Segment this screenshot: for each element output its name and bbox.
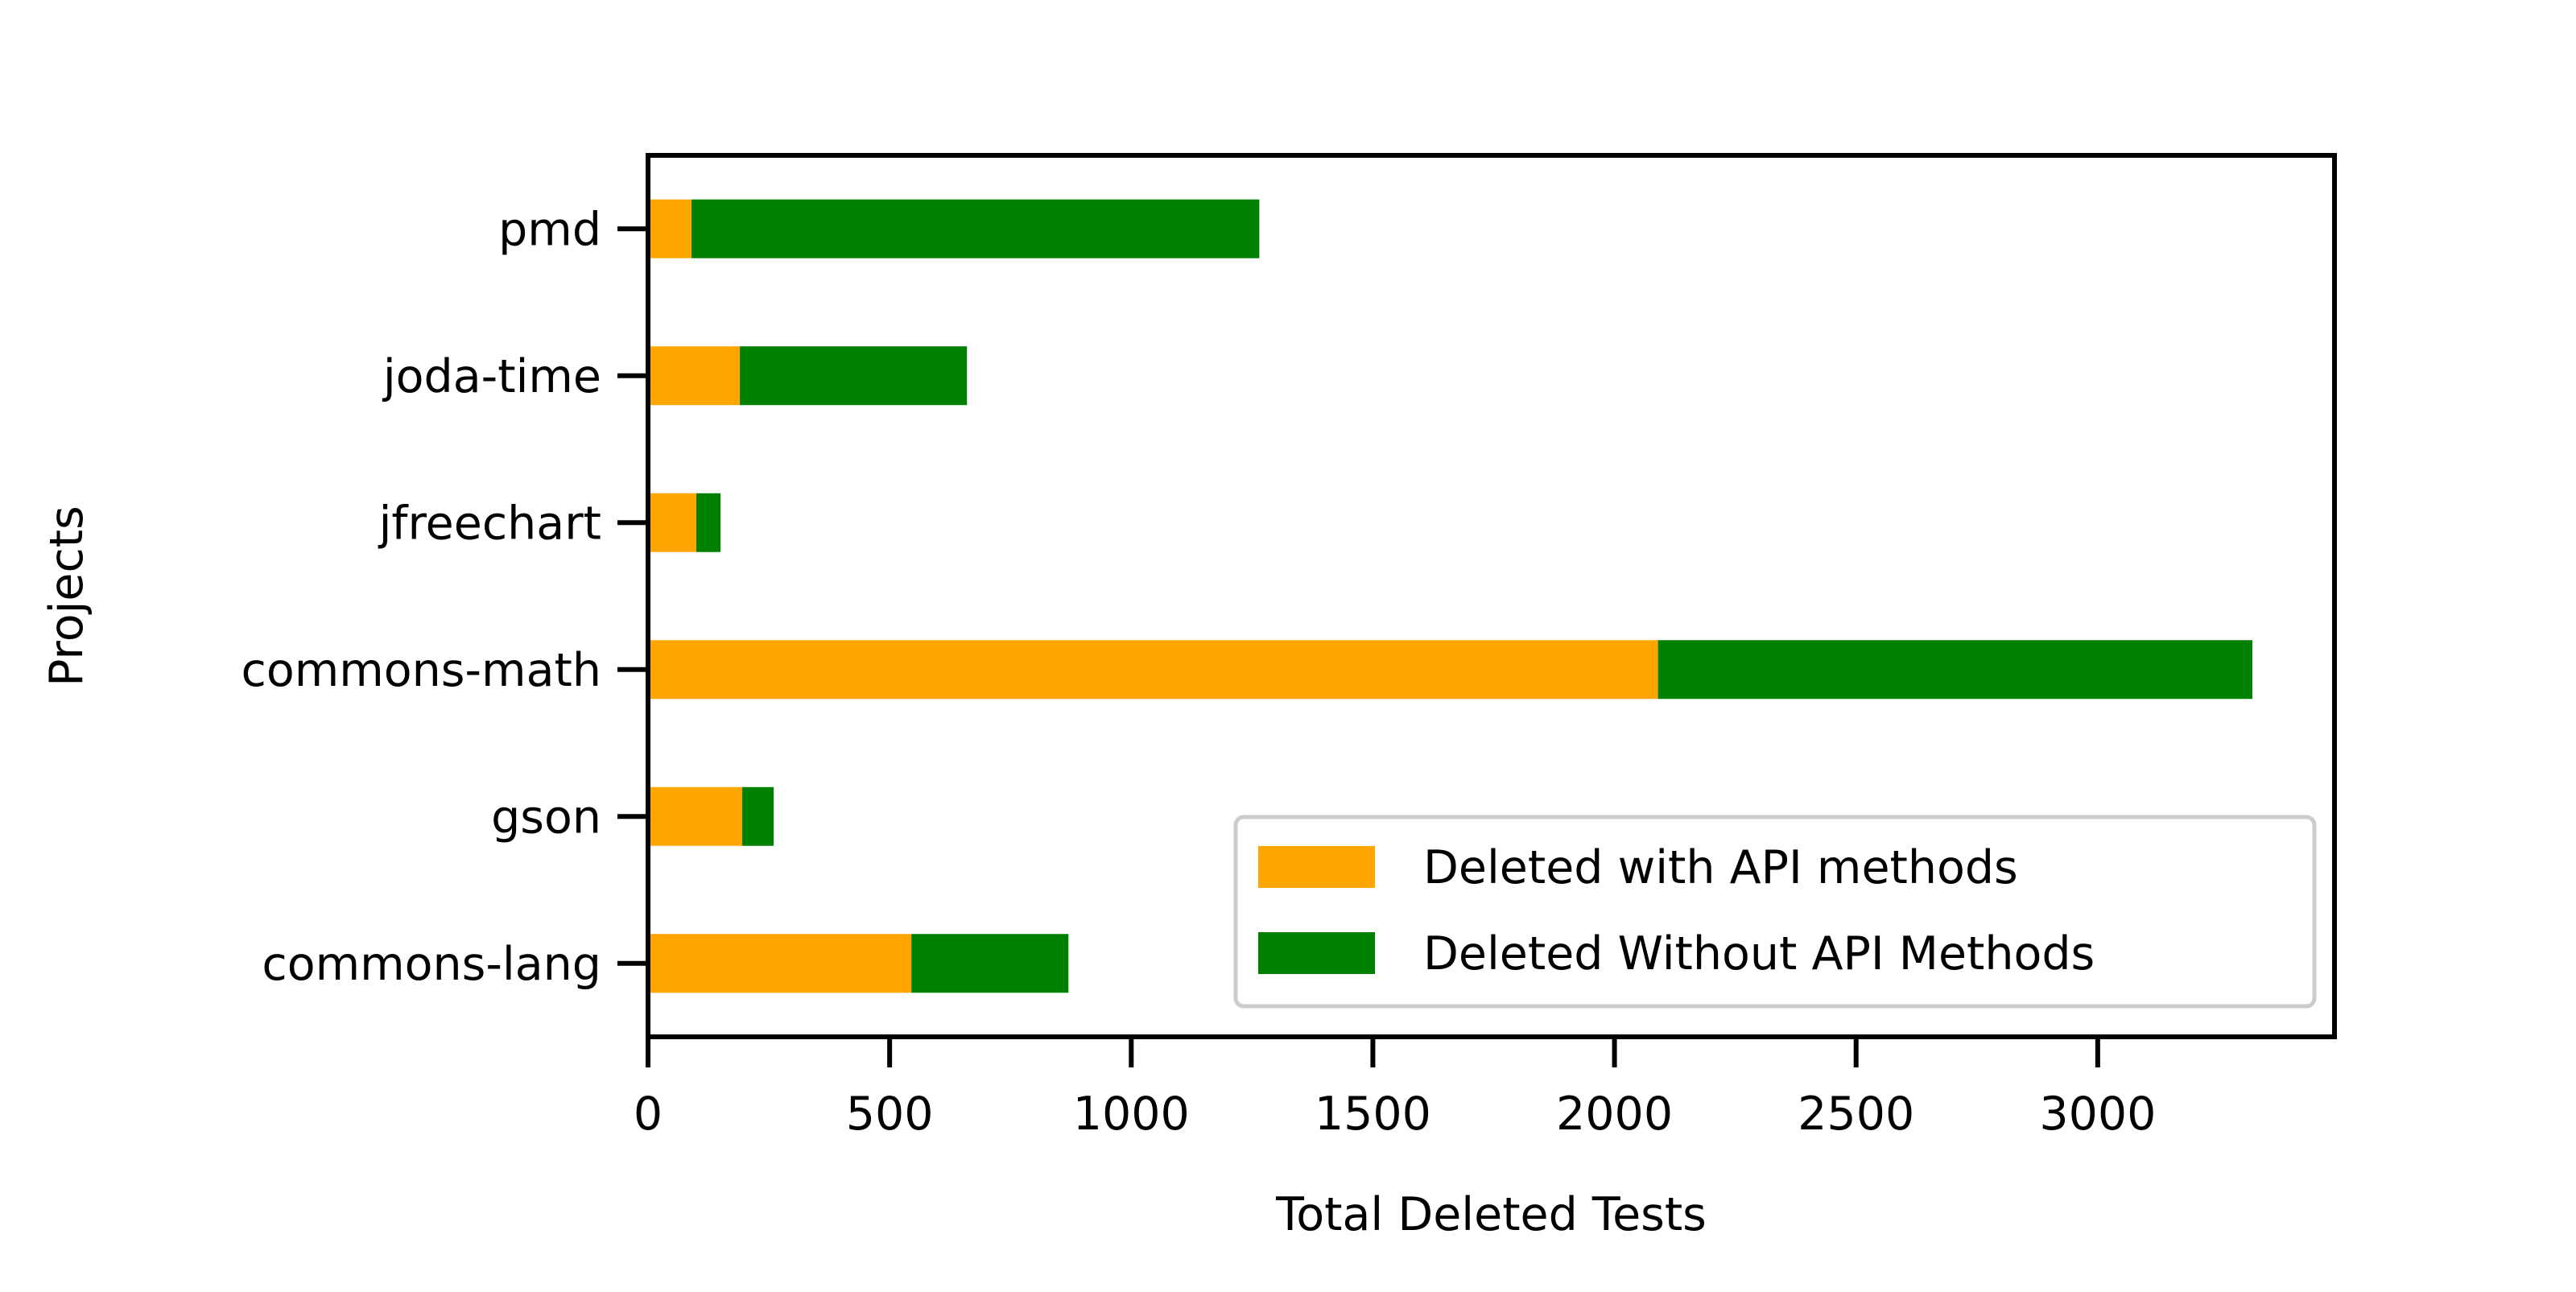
x-tick-label-1500: 1500 bbox=[1315, 1088, 1431, 1141]
bar-gson-series-1 bbox=[648, 786, 743, 846]
bar-commons-math-series-2 bbox=[1657, 640, 2252, 700]
bar-pmd-series-1 bbox=[648, 199, 692, 258]
y-axis: commons-lang gson commons-math jfreechart jo… bbox=[242, 203, 648, 991]
legend-label-series-2: Deleted Without API Methods bbox=[1423, 927, 2095, 980]
bar-pmd-series-2 bbox=[691, 199, 1260, 258]
bar-joda-time-series-1 bbox=[648, 346, 741, 406]
x-tick-label-500: 500 bbox=[846, 1088, 934, 1141]
y-tick-label-gson: gson bbox=[491, 790, 601, 844]
bar-commons-math-series-1 bbox=[648, 640, 1658, 700]
legend-swatch-series-1 bbox=[1258, 846, 1375, 888]
legend-label-series-1: Deleted with API methods bbox=[1423, 841, 2018, 894]
y-axis-title: Projects bbox=[40, 506, 93, 687]
bar-gson-series-2 bbox=[742, 786, 774, 846]
x-tick-label-2000: 2000 bbox=[1556, 1088, 1673, 1141]
stacked-bar-chart: commons-lang gson commons-math jfreechart jo… bbox=[40, 153, 2337, 1241]
y-tick-label-jfreechart: jfreechart bbox=[378, 497, 601, 550]
x-axis-title: Total Deleted Tests bbox=[1275, 1188, 1707, 1241]
x-tick-label-0: 0 bbox=[634, 1088, 663, 1141]
y-tick-label-pmd: pmd bbox=[498, 203, 601, 256]
bar-jfreechart-series-1 bbox=[648, 493, 697, 552]
x-tick-label-1000: 1000 bbox=[1073, 1088, 1190, 1141]
x-tick-label-3000: 3000 bbox=[2039, 1088, 2156, 1141]
y-tick-label-joda-time: joda-time bbox=[382, 350, 601, 403]
x-axis: 0 500 1000 1500 2000 2500 3000 bbox=[634, 1037, 2156, 1141]
x-tick-label-2500: 2500 bbox=[1798, 1088, 1914, 1141]
bar-jfreechart-series-2 bbox=[696, 493, 721, 552]
legend-swatch-series-2 bbox=[1258, 932, 1375, 974]
chart-container: commons-lang gson commons-math jfreechart jo… bbox=[0, 0, 2576, 1288]
y-tick-label-commons-lang: commons-lang bbox=[262, 938, 601, 991]
legend: Deleted with API methods Deleted Without … bbox=[1233, 815, 2317, 1009]
bar-commons-lang-series-2 bbox=[911, 934, 1069, 993]
bar-joda-time-series-2 bbox=[740, 346, 968, 406]
bar-commons-lang-series-1 bbox=[648, 934, 912, 993]
y-tick-label-commons-math: commons-math bbox=[242, 644, 601, 697]
